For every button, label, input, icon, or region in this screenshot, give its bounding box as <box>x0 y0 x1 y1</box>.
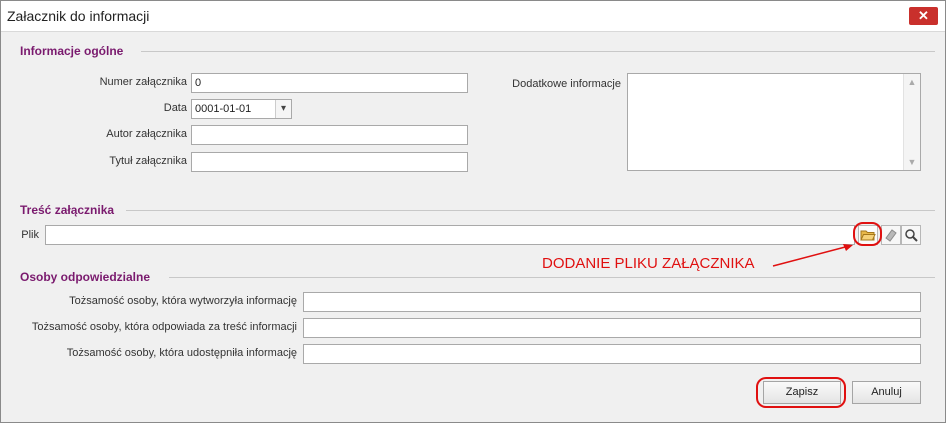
save-highlight-ring <box>756 377 846 408</box>
preview-file-button[interactable] <box>901 225 921 245</box>
section-people-divider <box>169 277 935 278</box>
chevron-down-icon[interactable]: ▾ <box>275 100 291 118</box>
date-value: 0001-01-01 <box>195 103 252 115</box>
produced-by-label: Tożsamość osoby, która wytworzyła inform… <box>69 295 297 307</box>
file-field[interactable] <box>45 225 855 245</box>
dialog-title: Załacznik do informacji <box>7 8 150 24</box>
shared-by-field[interactable] <box>303 344 921 364</box>
section-content-title: Treść załącznika <box>20 203 115 217</box>
section-content-divider <box>126 210 935 211</box>
date-label: Data <box>163 102 187 114</box>
produced-by-field[interactable] <box>303 292 921 312</box>
author-label: Autor załącznika <box>106 128 187 140</box>
title-bar[interactable]: Załacznik do informacji ✕ <box>1 1 945 32</box>
eraser-icon <box>885 229 897 242</box>
doc-title-label: Tytuł załącznika <box>109 155 187 167</box>
scroll-down-icon[interactable]: ▼ <box>904 154 920 170</box>
cancel-button[interactable]: Anuluj <box>852 381 921 404</box>
section-general-title: Informacje ogólne <box>20 44 124 58</box>
doc-title-field[interactable] <box>191 152 468 172</box>
annotation-arrow <box>772 244 853 267</box>
section-general-divider <box>141 51 935 52</box>
close-icon: ✕ <box>918 8 929 23</box>
date-field[interactable]: 0001-01-01 ▾ <box>191 99 292 119</box>
extra-info-label: Dodatkowe informacje <box>512 78 621 90</box>
magnifier-icon <box>905 229 918 242</box>
extra-info-scrollbar[interactable]: ▲ ▼ <box>903 74 920 170</box>
number-label: Numer załącznika <box>99 76 187 88</box>
responsible-label: Tożsamość osoby, która odpowiada za treś… <box>31 321 297 333</box>
close-button[interactable]: ✕ <box>909 7 938 25</box>
file-label: Plik <box>21 229 39 241</box>
scroll-up-icon[interactable]: ▲ <box>904 74 920 90</box>
responsible-field[interactable] <box>303 318 921 338</box>
extra-info-textarea[interactable]: ▲ ▼ <box>627 73 921 171</box>
number-field[interactable]: 0 <box>191 73 468 93</box>
shared-by-label: Tożsamość osoby, która udostępniła infor… <box>66 347 297 359</box>
dialog-window: Załacznik do informacji ✕ Informacje ogó… <box>0 0 946 423</box>
clear-file-button[interactable] <box>881 225 901 245</box>
annotation-label: DODANIE PLIKU ZAŁĄCZNIKA <box>542 255 755 272</box>
section-people-title: Osoby odpowiedzialne <box>20 270 151 284</box>
author-field[interactable] <box>191 125 468 145</box>
